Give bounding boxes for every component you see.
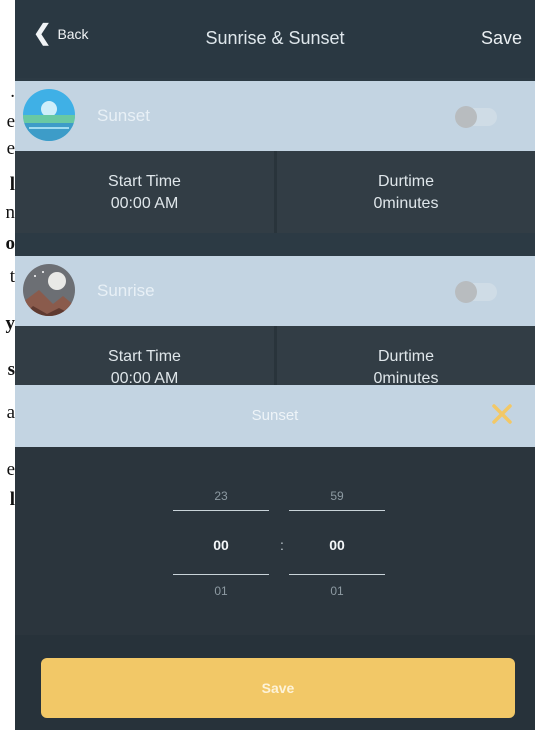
duration-value: 0minutes <box>373 195 439 212</box>
sunrise-landscape-icon <box>23 264 75 316</box>
text-fragment: e <box>6 111 15 132</box>
minute-below: 01 <box>330 584 344 598</box>
text-fragment: a <box>6 402 15 423</box>
minute-wheel[interactable]: 59 00 01 <box>289 447 385 635</box>
text-fragment: n <box>5 202 16 223</box>
wheel-line <box>173 510 269 511</box>
time-separator: : <box>280 537 284 553</box>
hour-wheel[interactable]: 23 00 01 <box>173 447 269 635</box>
close-icon[interactable] <box>487 399 517 429</box>
picker-footer: Save <box>15 635 535 730</box>
time-picker: 23 00 01 : 59 00 01 <box>15 447 535 635</box>
minute-selected: 00 <box>329 537 345 553</box>
toggle-knob <box>455 281 477 303</box>
schedule-header-sunset: Sunset <box>15 81 535 151</box>
sunrise-toggle[interactable] <box>455 281 497 303</box>
start-time-label: Start Time <box>108 348 181 365</box>
sunset-toggle[interactable] <box>455 106 497 128</box>
sunset-landscape-icon <box>23 89 75 141</box>
text-fragment: y <box>5 313 16 334</box>
page-title: Sunrise & Sunset <box>205 28 345 48</box>
text-fragment: o <box>5 233 16 254</box>
text-fragment: s <box>7 359 15 380</box>
hour-below: 01 <box>214 584 228 598</box>
top-bar: ❮ Back Sunrise & Sunset Save <box>15 0 535 78</box>
phone-screen: ❮ Back Sunrise & Sunset Save Sunset Star… <box>15 0 535 730</box>
text-fragment: e <box>6 459 15 480</box>
hour-selected: 00 <box>213 537 229 553</box>
save-button-top[interactable]: Save <box>481 28 522 49</box>
duration-label: Durtime <box>377 348 434 365</box>
schedule-name: Sunrise <box>97 281 155 300</box>
duration-cell[interactable]: Durtime 0minutes <box>277 151 535 233</box>
duration-label: Durtime <box>377 173 434 190</box>
start-time-label: Start Time <box>108 173 181 190</box>
wheel-line <box>173 574 269 575</box>
background-page-text: . e e l n o t y s a e l <box>0 0 15 730</box>
schedule-header-sunrise: Sunrise <box>15 256 535 326</box>
schedule-info-sunset: Start Time 00:00 AM Durtime 0minutes <box>15 151 535 233</box>
start-time-cell[interactable]: Start Time 00:00 AM <box>15 151 274 233</box>
toggle-knob <box>455 106 477 128</box>
start-time-value: 00:00 AM <box>110 195 179 212</box>
schedule-name: Sunset <box>97 106 150 125</box>
wheel-line <box>289 574 385 575</box>
hour-above: 23 <box>214 489 228 503</box>
minute-above: 59 <box>330 489 344 503</box>
save-button[interactable]: Save <box>41 658 515 718</box>
wheel-line <box>289 510 385 511</box>
picker-title: Sunset <box>251 407 299 424</box>
text-fragment: e <box>6 138 15 159</box>
picker-header: Sunset <box>15 385 535 447</box>
